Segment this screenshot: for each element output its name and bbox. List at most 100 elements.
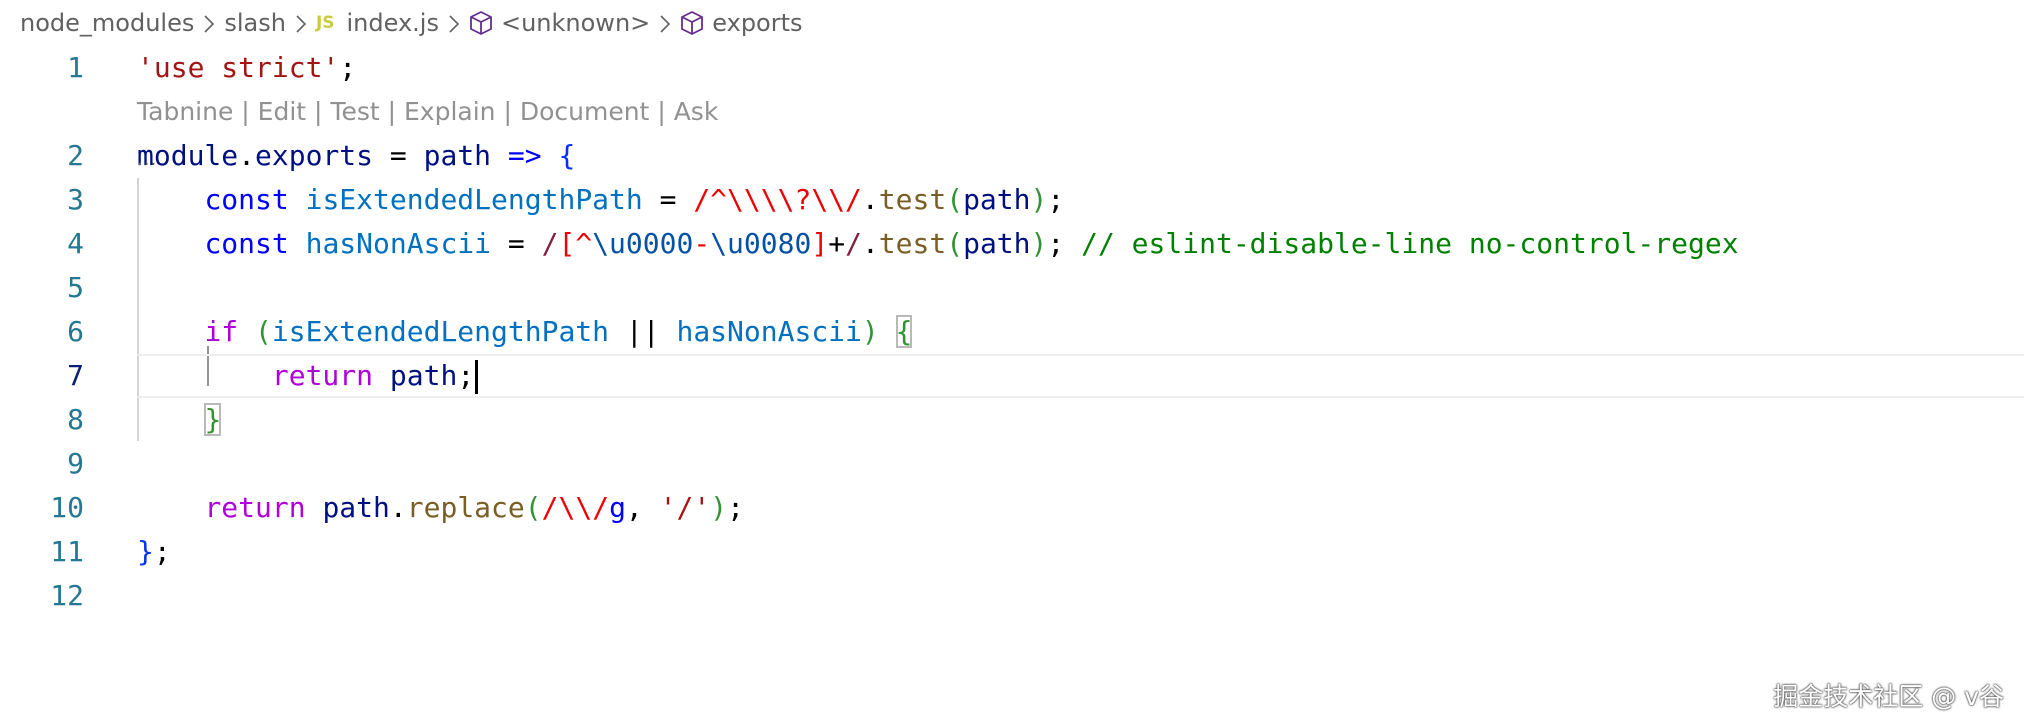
constant-name: isExtendedLengthPath (271, 315, 610, 348)
code-line[interactable]: 6 if (isExtendedLengthPath || hasNonAsci… (0, 310, 2024, 354)
operator: || (609, 315, 677, 348)
line-number: 10 (50, 491, 84, 524)
identifier: exports (255, 139, 374, 172)
regex-literal: /\\/ (541, 491, 610, 524)
paren: ( (524, 491, 542, 524)
line-number: 1 (67, 51, 84, 84)
code-line[interactable]: 8 } (0, 398, 2024, 442)
line-number: 11 (50, 535, 84, 568)
regex-flag: g (609, 491, 626, 524)
parameter: path (423, 139, 492, 172)
regex-literal: /^\\\\?\\/ (693, 183, 862, 216)
regex-delimiter: / (845, 227, 862, 260)
control-keyword: if (204, 315, 239, 348)
matching-brace: { (895, 315, 913, 348)
code-line[interactable]: 12 (0, 574, 2024, 618)
regex-class: ] (811, 227, 829, 260)
paren: ) (1030, 183, 1048, 216)
punctuation: . (861, 227, 879, 260)
matching-brace: } (204, 403, 222, 436)
watermark: 掘金技术社区 @ v谷 (1773, 682, 2004, 711)
breadcrumb-item-unknown[interactable]: <unknown> (469, 9, 650, 37)
punctuation: ; (153, 535, 171, 568)
codelens-test[interactable]: Test (330, 97, 379, 126)
paren: ) (861, 315, 879, 348)
code-text: return path.replace(/\\/g, '/'); (137, 486, 744, 530)
code-line-active[interactable]: 7 return path; (0, 354, 2024, 398)
punctuation: ; (339, 51, 357, 84)
chevron-right-icon (286, 9, 316, 37)
comment: // eslint-disable-line no-control-regex (1081, 227, 1739, 260)
code-text: }; (137, 530, 171, 574)
string-literal: '/' (659, 491, 711, 524)
code-line[interactable]: 3 const isExtendedLengthPath = /^\\\\?\\… (0, 178, 2024, 222)
code-text: 'use strict'; (137, 46, 356, 90)
line-number: 4 (67, 227, 84, 260)
code-text: const isExtendedLengthPath = /^\\\\?\\/.… (137, 178, 1064, 222)
breadcrumb-item-slash[interactable]: slash (224, 9, 286, 37)
argument: path (963, 227, 1031, 260)
codelens-document[interactable]: Document (520, 97, 650, 126)
code-line[interactable]: 1 'use strict'; (0, 46, 2024, 90)
tabnine-codelens: Tabnine | Edit | Test | Explain | Docume… (137, 90, 718, 134)
more-actions-icon[interactable]: ··· (137, 156, 157, 174)
operator: = (373, 139, 424, 172)
line-number: 5 (67, 271, 84, 304)
line-number: 2 (67, 139, 84, 172)
codelens-separator: | (314, 97, 331, 126)
punctuation: ; (727, 491, 744, 524)
identifier: path (322, 491, 390, 524)
identifier: path (389, 359, 458, 392)
function-call: test (878, 227, 947, 260)
code-line[interactable]: 2 module.exports = path => { (0, 134, 2024, 178)
codelens-separator: | (503, 97, 520, 126)
codelens-ask[interactable]: Ask (674, 97, 719, 126)
chevron-right-icon (439, 9, 469, 37)
punctuation: ; (1047, 227, 1082, 260)
regex-dash: - (693, 227, 711, 260)
code-line[interactable]: 5 (0, 266, 2024, 310)
code-line[interactable]: 10 return path.replace(/\\/g, '/'); (0, 486, 2024, 530)
code-text: return path; (137, 354, 479, 398)
breadcrumb-label: node_modules (20, 9, 195, 37)
code-line[interactable]: 11 }; (0, 530, 2024, 574)
regex-class: [ (558, 227, 576, 260)
punctuation: ; (1047, 183, 1065, 216)
breadcrumb-label: index.js (346, 9, 439, 37)
paren: ( (946, 183, 964, 216)
chevron-right-icon (650, 9, 680, 37)
code-line[interactable]: 9 (0, 442, 2024, 486)
paren: ) (710, 491, 728, 524)
string-literal: 'use strict' (137, 51, 340, 84)
text-cursor (475, 360, 479, 394)
line-number: 9 (67, 447, 84, 480)
control-keyword: return (271, 359, 374, 392)
code-text: module.exports = path => { (137, 134, 575, 178)
punctuation: ; (457, 359, 475, 392)
breadcrumb-item-file[interactable]: JS index.js (316, 9, 439, 37)
codelens-edit[interactable]: Edit (258, 97, 306, 126)
chevron-right-icon (194, 9, 224, 37)
codelens-explain[interactable]: Explain (404, 97, 496, 126)
regex-quantifier: + (828, 227, 846, 260)
code-line[interactable]: 4 const hasNonAscii = /[^\u0000-\u0080]+… (0, 222, 2024, 266)
regex-caret: ^ (575, 227, 593, 260)
constant-name: hasNonAscii (676, 315, 862, 348)
keyword: const (204, 183, 289, 216)
codelens-tabnine[interactable]: Tabnine (137, 97, 233, 126)
breadcrumb-item-exports[interactable]: exports (680, 9, 803, 37)
brace: { (558, 139, 576, 172)
codelens-separator: | (657, 97, 674, 126)
breadcrumb-item-node-modules[interactable]: node_modules (20, 9, 194, 37)
regex-escape: \u0000 (592, 227, 694, 260)
